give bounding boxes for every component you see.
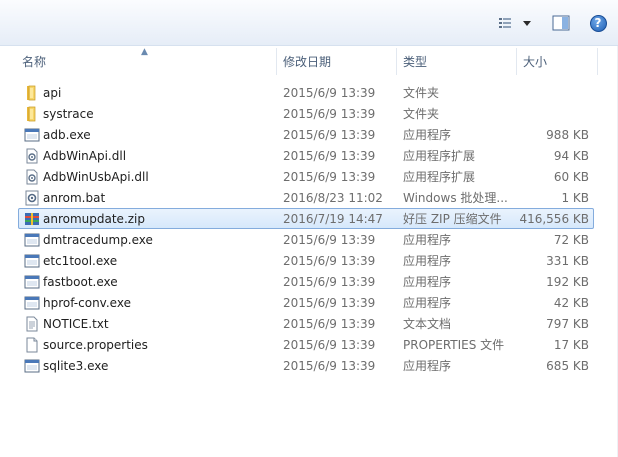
file-file-icon (24, 337, 40, 353)
file-size: 60 KB (553, 170, 589, 184)
folder-icon (24, 106, 40, 122)
file-size: 94 KB (553, 149, 589, 163)
file-date-modified: 2015/6/9 13:39 (283, 86, 376, 100)
file-size: 42 KB (553, 296, 589, 310)
file-name: AdbWinUsbApi.dll (43, 170, 149, 184)
file-size: 416,556 KB (519, 212, 589, 226)
dll-file-icon (24, 148, 40, 164)
file-name: AdbWinApi.dll (43, 149, 127, 163)
file-date-modified: 2015/6/9 13:39 (283, 233, 376, 247)
file-type: 应用程序 (403, 128, 452, 142)
file-row[interactable]: adb.exe 2015/6/9 13:39 应用程序 988 KB (18, 124, 594, 145)
file-date-modified: 2015/6/9 13:39 (283, 128, 376, 142)
file-name: NOTICE.txt (43, 317, 109, 331)
file-row[interactable]: anromupdate.zip 2016/7/19 14:47 好压 ZIP 压缩文… (18, 208, 594, 229)
file-date-modified: 2015/6/9 13:39 (283, 317, 376, 331)
file-row[interactable]: hprof-conv.exe 2015/6/9 13:39 应用程序 42 KB (18, 292, 594, 313)
zip-file-icon (24, 211, 40, 227)
file-row[interactable]: source.properties 2015/6/9 13:39 PROPERTIE… (18, 334, 594, 355)
file-type: 应用程序扩展 (403, 170, 476, 184)
file-row[interactable]: etc1tool.exe 2015/6/9 13:39 应用程序 331 KB (18, 250, 594, 271)
file-row[interactable]: anrom.bat 2016/8/23 11:02 Windows 批处理... 1 … (18, 187, 594, 208)
file-row[interactable]: fastboot.exe 2015/6/9 13:39 应用程序 192 KB (18, 271, 594, 292)
file-size: 685 KB (546, 359, 589, 373)
file-size (515, 83, 589, 102)
file-size (515, 104, 589, 123)
exe-file-icon (24, 295, 40, 311)
change-view-button[interactable] (494, 13, 536, 33)
file-type: 文件夹 (403, 107, 440, 121)
help-button[interactable]: ? (588, 13, 608, 33)
file-size: 988 KB (546, 128, 589, 142)
file-name: fastboot.exe (43, 275, 118, 289)
file-date-modified: 2016/7/19 14:47 (283, 212, 383, 226)
file-date-modified: 2015/6/9 13:39 (283, 107, 376, 121)
file-size: 331 KB (546, 254, 589, 268)
file-date-modified: 2015/6/9 13:39 (283, 275, 376, 289)
file-type: 文件夹 (403, 86, 440, 100)
column-type[interactable]: 类型 (397, 46, 515, 77)
column-name[interactable]: 名称 (16, 46, 276, 77)
folder-icon (24, 85, 40, 101)
preview-pane-icon (552, 15, 570, 31)
file-name: anrom.bat (43, 191, 106, 205)
file-name: hprof-conv.exe (43, 296, 131, 310)
file-date-modified: 2015/6/9 13:39 (283, 338, 376, 352)
file-name: sqlite3.exe (43, 359, 109, 373)
file-type: 应用程序 (403, 359, 452, 373)
file-name: adb.exe (43, 128, 91, 142)
file-date-modified: 2016/8/23 11:02 (283, 191, 383, 205)
command-bar: ? (0, 0, 618, 46)
file-type: 应用程序 (403, 254, 452, 268)
dll-file-icon (24, 169, 40, 185)
file-date-modified: 2015/6/9 13:39 (283, 254, 376, 268)
preview-pane-button[interactable] (550, 13, 572, 33)
file-type: 应用程序扩展 (403, 149, 476, 163)
file-row[interactable]: dmtracedump.exe 2015/6/9 13:39 应用程序 72 KB (18, 229, 594, 250)
file-date-modified: 2015/6/9 13:39 (283, 296, 376, 310)
column-divider[interactable] (597, 48, 598, 75)
exe-file-icon (24, 274, 40, 290)
file-date-modified: 2015/6/9 13:39 (283, 149, 376, 163)
column-header: ▲ 名称 修改日期 类型 大小 (0, 46, 618, 77)
file-date-modified: 2015/6/9 13:39 (283, 359, 376, 373)
file-name: api (43, 86, 62, 100)
help-icon: ? (589, 14, 607, 32)
file-name: source.properties (43, 338, 148, 352)
bat-file-icon (24, 190, 40, 206)
file-size: 72 KB (553, 233, 589, 247)
file-row[interactable]: AdbWinUsbApi.dll 2015/6/9 13:39 应用程序扩展 60 K… (18, 166, 594, 187)
file-size: 17 KB (553, 338, 589, 352)
file-size: 1 KB (561, 191, 589, 205)
file-type: Windows 批处理... (403, 191, 508, 205)
exe-file-icon (24, 253, 40, 269)
file-name: dmtracedump.exe (43, 233, 153, 247)
exe-file-icon (24, 127, 40, 143)
column-size[interactable]: 大小 (517, 46, 597, 77)
file-type: 应用程序 (403, 233, 452, 247)
file-row[interactable]: NOTICE.txt 2015/6/9 13:39 文本文档 797 KB (18, 313, 594, 334)
view-list-icon (499, 18, 531, 28)
file-row[interactable]: AdbWinApi.dll 2015/6/9 13:39 应用程序扩展 94 KB (18, 145, 594, 166)
file-name: etc1tool.exe (43, 254, 118, 268)
file-type: 应用程序 (403, 275, 452, 289)
column-date-modified[interactable]: 修改日期 (277, 46, 395, 77)
file-size: 192 KB (546, 275, 589, 289)
exe-file-icon (24, 232, 40, 248)
file-name: anromupdate.zip (43, 212, 146, 226)
file-name: systrace (43, 107, 94, 121)
file-date-modified: 2015/6/9 13:39 (283, 170, 376, 184)
file-size: 797 KB (546, 317, 589, 331)
exe-file-icon (24, 358, 40, 374)
file-row[interactable]: api 2015/6/9 13:39 文件夹 (18, 82, 594, 103)
file-row[interactable]: systrace 2015/6/9 13:39 文件夹 (18, 103, 594, 124)
file-type: 文本文档 (403, 317, 452, 331)
file-type: 好压 ZIP 压缩文件 (403, 212, 502, 226)
txt-file-icon (24, 316, 40, 332)
file-type: PROPERTIES 文件 (403, 338, 505, 352)
file-type: 应用程序 (403, 296, 452, 310)
file-row[interactable]: sqlite3.exe 2015/6/9 13:39 应用程序 685 KB (18, 355, 594, 376)
